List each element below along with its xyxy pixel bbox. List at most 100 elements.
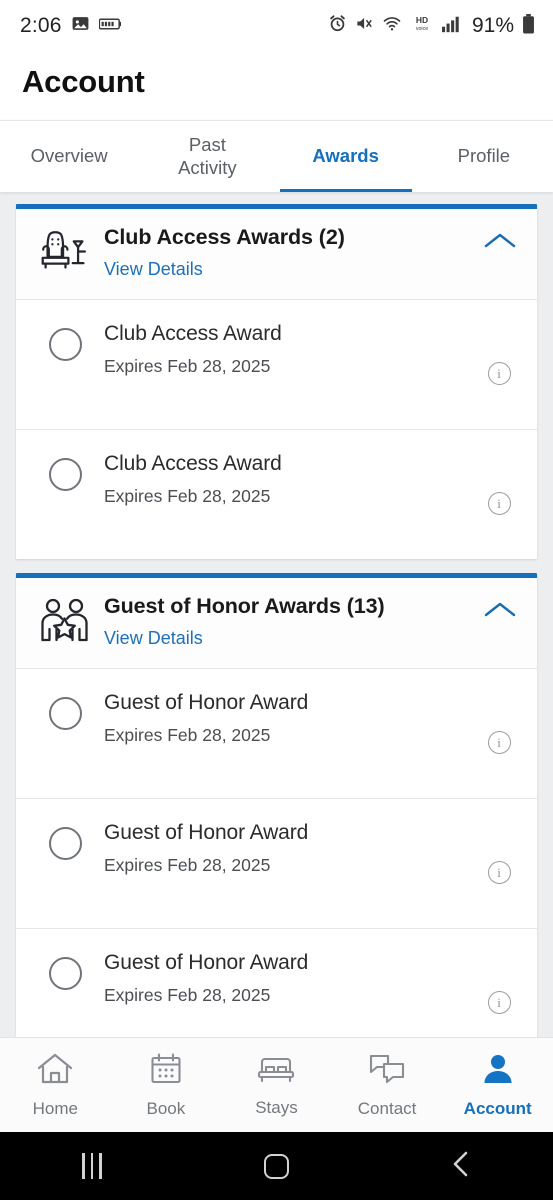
award-row[interactable]: Guest of Honor Award Expires Feb 28, 202…	[16, 928, 537, 1037]
recents-button[interactable]	[0, 1153, 184, 1179]
collapse-toggle-guest-of-honor[interactable]	[479, 592, 521, 625]
page-header: Account	[0, 52, 553, 120]
award-row[interactable]: Club Access Award Expires Feb 28, 2025 i	[16, 299, 537, 429]
nav-item-home[interactable]: Home	[0, 1052, 111, 1119]
award-info-wrap[interactable]: i	[477, 452, 521, 515]
tab-overview[interactable]: Overview	[0, 121, 138, 192]
award-title: Guest of Honor Award	[104, 691, 309, 714]
award-group-title: Guest of Honor Awards (13)	[104, 594, 385, 618]
radio-unselected-icon[interactable]	[48, 328, 82, 361]
view-details-link[interactable]: View Details	[104, 259, 479, 280]
wifi-icon	[382, 14, 402, 38]
award-row-text: Guest of Honor Award Expires Feb 28, 202…	[96, 951, 477, 1006]
info-icon[interactable]: i	[487, 861, 511, 884]
svg-text:HD: HD	[416, 15, 428, 25]
award-radio-wrap[interactable]	[34, 821, 96, 860]
mute-icon	[355, 14, 374, 38]
info-icon[interactable]: i	[487, 362, 511, 385]
recents-icon	[82, 1153, 103, 1179]
award-title: Club Access Award	[104, 322, 282, 345]
award-row[interactable]: Guest of Honor Award Expires Feb 28, 202…	[16, 668, 537, 798]
award-expiry: Expires Feb 28, 2025	[104, 725, 271, 745]
guest-of-honor-people-star-icon	[34, 592, 96, 646]
award-title: Club Access Award	[104, 452, 282, 475]
info-icon[interactable]: i	[487, 492, 511, 515]
nav-item-contact[interactable]: Contact	[332, 1052, 443, 1119]
tab-past-activity-line1: Past	[188, 133, 226, 155]
armchair-lounge-icon	[34, 223, 96, 277]
award-info-wrap[interactable]: i	[477, 821, 521, 884]
award-radio-wrap[interactable]	[34, 691, 96, 730]
chat-bubbles-icon	[368, 1052, 406, 1091]
tab-awards[interactable]: Awards	[277, 121, 415, 192]
battery-icon	[522, 13, 535, 39]
award-group-text-club-access: Club Access Awards (2) View Details	[96, 223, 479, 280]
status-time: 2:06	[20, 14, 62, 37]
award-row[interactable]: Guest of Honor Award Expires Feb 28, 202…	[16, 798, 537, 928]
award-row[interactable]: Club Access Award Expires Feb 28, 2025 i	[16, 429, 537, 559]
nav-item-book-label: Book	[146, 1098, 186, 1118]
award-group-card-club-access: Club Access Awards (2) View Details Club…	[16, 204, 537, 559]
tab-past-activity-line2: Activity	[178, 156, 237, 178]
back-button[interactable]	[369, 1149, 553, 1184]
award-group-card-guest-of-honor: Guest of Honor Awards (13) View Details …	[16, 573, 537, 1037]
award-row-text: Club Access Award Expires Feb 28, 2025	[96, 322, 477, 377]
award-group-header-club-access[interactable]: Club Access Awards (2) View Details	[16, 209, 537, 299]
info-icon[interactable]: i	[487, 731, 511, 754]
award-row-text: Guest of Honor Award Expires Feb 28, 202…	[96, 821, 477, 876]
awards-list[interactable]: Club Access Awards (2) View Details Club…	[0, 192, 553, 1037]
view-details-link[interactable]: View Details	[104, 628, 479, 649]
award-info-wrap[interactable]: i	[477, 691, 521, 754]
award-radio-wrap[interactable]	[34, 951, 96, 990]
status-bar-left: 2:06	[20, 14, 121, 38]
award-expiry: Expires Feb 28, 2025	[104, 985, 271, 1005]
nav-item-contact-label: Contact	[357, 1098, 417, 1118]
tab-past-activity[interactable]: Past Activity	[138, 121, 276, 192]
home-icon	[36, 1052, 74, 1091]
chevron-up-icon	[483, 231, 517, 256]
hd-voice-icon: HD voice	[410, 14, 434, 38]
home-button[interactable]	[184, 1153, 368, 1179]
page-title: Account	[22, 64, 145, 99]
calendar-icon	[149, 1052, 183, 1091]
award-radio-wrap[interactable]	[34, 452, 96, 491]
image-icon	[71, 14, 90, 38]
tab-bar: Overview Past Activity Awards Profile	[0, 120, 553, 192]
status-bar: 2:06 HD voice 91%	[0, 0, 553, 52]
radio-unselected-icon[interactable]	[48, 827, 82, 860]
nav-item-account[interactable]: Account	[442, 1052, 553, 1119]
award-group-header-guest-of-honor[interactable]: Guest of Honor Awards (13) View Details	[16, 578, 537, 668]
tab-profile[interactable]: Profile	[415, 121, 553, 192]
award-expiry: Expires Feb 28, 2025	[104, 855, 271, 875]
award-title: Guest of Honor Award	[104, 821, 309, 844]
award-group-text-guest-of-honor: Guest of Honor Awards (13) View Details	[96, 592, 479, 649]
home-icon	[263, 1153, 289, 1179]
phone-screen: 2:06 HD voice 91% Account Overview Past …	[0, 0, 553, 1200]
chevron-up-icon	[483, 600, 517, 625]
info-icon[interactable]: i	[487, 991, 511, 1014]
bed-icon	[256, 1053, 296, 1090]
award-radio-wrap[interactable]	[34, 322, 96, 361]
tab-profile-label: Profile	[457, 145, 511, 167]
collapse-toggle-club-access[interactable]	[479, 223, 521, 256]
award-group-title: Club Access Awards (2)	[104, 225, 345, 249]
nav-item-home-label: Home	[32, 1098, 78, 1118]
nav-item-stays[interactable]: Stays	[221, 1053, 332, 1118]
nav-item-book[interactable]: Book	[111, 1052, 222, 1119]
alarm-icon	[328, 14, 347, 38]
award-info-wrap[interactable]: i	[477, 322, 521, 385]
award-expiry: Expires Feb 28, 2025	[104, 486, 271, 506]
nav-item-stays-label: Stays	[255, 1097, 298, 1117]
tab-past-activity-label: Past Activity	[178, 134, 237, 179]
radio-unselected-icon[interactable]	[48, 458, 82, 491]
radio-unselected-icon[interactable]	[48, 697, 82, 730]
tab-awards-label: Awards	[312, 145, 379, 167]
nav-item-account-label: Account	[463, 1098, 532, 1118]
bottom-navigation: Home Book Stays Contact Account	[0, 1037, 553, 1132]
award-row-text: Guest of Honor Award Expires Feb 28, 202…	[96, 691, 477, 746]
radio-unselected-icon[interactable]	[48, 957, 82, 990]
award-info-wrap[interactable]: i	[477, 951, 521, 1014]
battery-percent: 91%	[471, 14, 514, 37]
award-row-text: Club Access Award Expires Feb 28, 2025	[96, 452, 477, 507]
battery-saver-icon	[98, 17, 121, 36]
